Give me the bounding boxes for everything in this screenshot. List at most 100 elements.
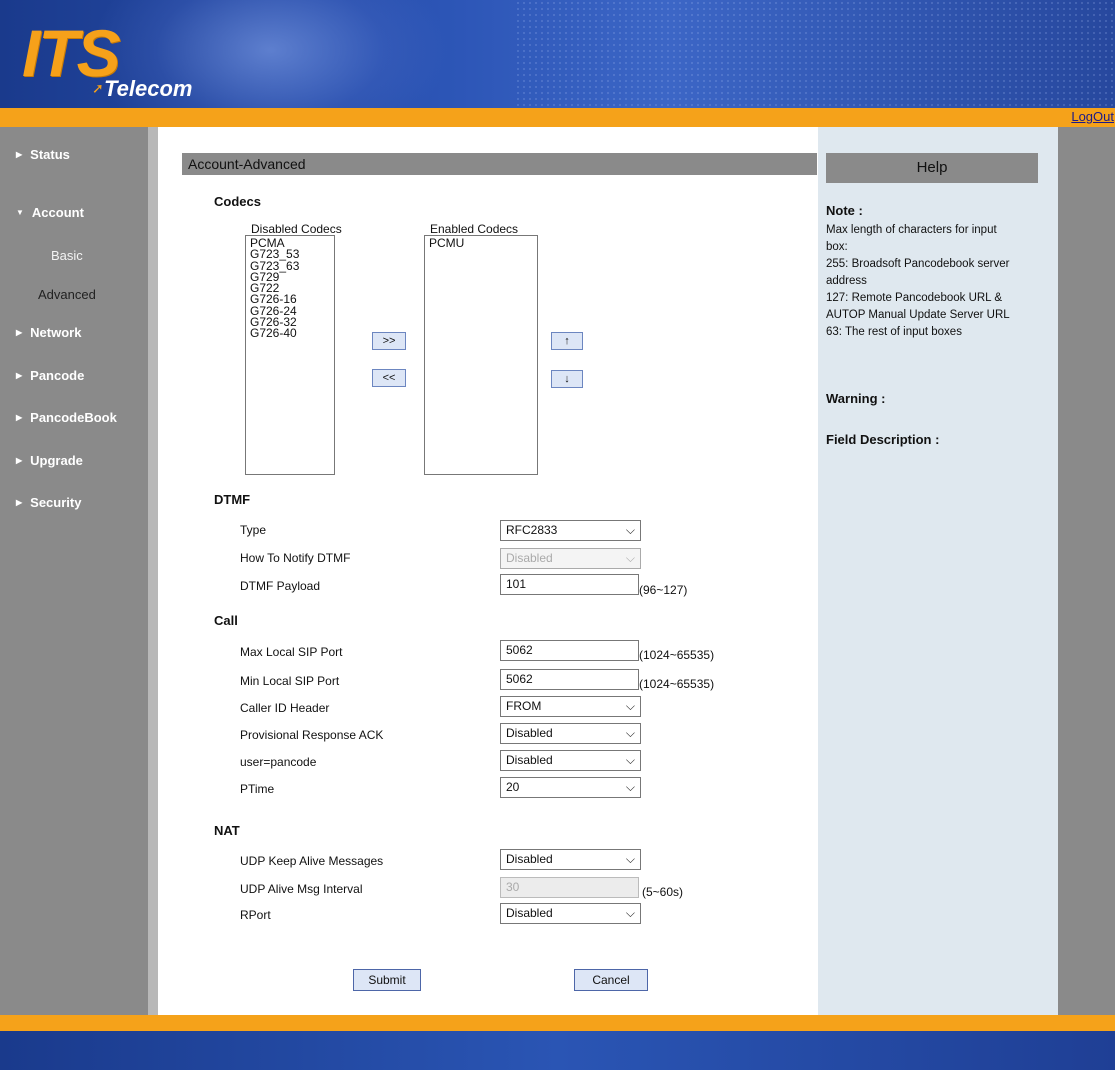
sidebar-item-label: Network (30, 325, 82, 340)
dtmf-notify-select[interactable]: Disabled ⌵ (500, 548, 641, 569)
logo-sub: Telecom (104, 76, 193, 101)
ptime-select[interactable]: 20 ⌵ (500, 777, 641, 798)
help-title: Help (826, 153, 1038, 183)
sidebar-subitem-advanced[interactable]: Advanced (38, 287, 96, 302)
sidebar-item-label: Account (31, 205, 84, 220)
dtmf-type-select[interactable]: RFC2833 ⌵ (500, 520, 641, 541)
content-border-right (1058, 127, 1115, 1015)
caller-id-header-select[interactable]: FROM ⌵ (500, 696, 641, 717)
sidebar-item-pancode[interactable]: ▶ Pancode (16, 368, 84, 383)
caller-id-header-label: Caller ID Header (240, 701, 330, 715)
udp-alive-interval-range: (5~60s) (642, 885, 684, 899)
footer-orange-bar (0, 1015, 1115, 1031)
add-codec-button[interactable]: >> (372, 332, 406, 350)
udp-keep-alive-label: UDP Keep Alive Messages (240, 854, 384, 868)
remove-codec-button[interactable]: << (372, 369, 406, 387)
chevron-down-icon: ⌵ (625, 906, 635, 920)
page-title: Account-Advanced (182, 153, 817, 175)
help-panel: Help Note : Max length of characters for… (818, 127, 1058, 1015)
sidebar-item-account[interactable]: ▼ Account (16, 205, 84, 220)
help-note-label: Note : (826, 203, 863, 218)
dtmf-type-label: Type (240, 523, 267, 537)
min-sip-port-label: Min Local SIP Port (240, 674, 340, 688)
enabled-codecs-label: Enabled Codecs (430, 222, 519, 236)
min-sip-port-input[interactable]: 5062 (500, 669, 639, 690)
chevron-down-icon: ⌵ (625, 852, 635, 866)
prov-response-ack-label: Provisional Response ACK (240, 728, 384, 742)
udp-alive-interval-input[interactable]: 30 (500, 877, 639, 898)
sidebar: ▶ Status ▼ Account Basic Advanced ▶ Network… (0, 127, 148, 1015)
udp-alive-interval-label: UDP Alive Msg Interval (240, 882, 363, 896)
chevron-down-icon: ⌵ (625, 726, 635, 740)
sidebar-item-security[interactable]: ▶ Security (16, 495, 81, 510)
help-note-line: box: (826, 241, 848, 253)
triangle-right-icon: ▶ (16, 498, 23, 507)
user-pancode-select[interactable]: Disabled ⌵ (500, 750, 641, 771)
triangle-down-icon: ▼ (16, 208, 24, 217)
sidebar-item-label: Upgrade (30, 453, 83, 468)
help-note-line: 127: Remote Pancodebook URL & (826, 292, 1003, 304)
rport-select[interactable]: Disabled ⌵ (500, 903, 641, 924)
sidebar-subitem-basic[interactable]: Basic (51, 248, 83, 263)
select-value: RFC2833 (506, 523, 558, 537)
disabled-codec-item[interactable]: G726-40 (250, 327, 330, 339)
sidebar-item-label: Security (30, 495, 82, 510)
chevron-down-icon: ⌵ (625, 753, 635, 767)
disabled-codecs-label: Disabled Codecs (251, 222, 342, 236)
logout-link[interactable]: LogOut (1071, 109, 1114, 124)
sidebar-item-label: Pancode (30, 368, 85, 383)
enabled-codec-item[interactable]: PCMU (429, 237, 533, 249)
triangle-right-icon: ▶ (16, 413, 23, 422)
section-dtmf: DTMF (214, 492, 251, 507)
disabled-codecs-list[interactable]: PCMA G723_53 G723_63 G729 G722 G726-16 G726-24… (245, 235, 335, 475)
select-value: Disabled (506, 726, 553, 740)
chevron-down-icon: ⌵ (625, 551, 635, 565)
chevron-down-icon: ⌵ (625, 780, 635, 794)
sidebar-item-label: PancodeBook (30, 410, 117, 425)
move-down-button[interactable]: ↓ (551, 370, 583, 388)
enabled-codecs-list[interactable]: PCMU (424, 235, 538, 475)
sidebar-item-status[interactable]: ▶ Status (16, 147, 70, 162)
top-orange-bar (0, 108, 1115, 127)
chevron-down-icon: ⌵ (625, 699, 635, 713)
help-note-line: 63: The rest of input boxes (826, 326, 962, 338)
help-note-text: Max length of characters for input box: 25… (826, 222, 1046, 341)
section-nat: NAT (214, 823, 240, 838)
sidebar-item-label: Status (30, 147, 70, 162)
sidebar-item-upgrade[interactable]: ▶ Upgrade (16, 453, 83, 468)
ptime-label: PTime (240, 782, 275, 796)
select-value: 20 (506, 780, 520, 794)
rport-label: RPort (240, 908, 271, 922)
cancel-button[interactable]: Cancel (574, 969, 648, 991)
select-value: Disabled (506, 551, 553, 565)
triangle-right-icon: ▶ (16, 150, 23, 159)
sidebar-item-network[interactable]: ▶ Network (16, 325, 81, 340)
header-pattern (515, 0, 1115, 108)
help-note-line: 255: Broadsoft Pancodebook server (826, 258, 1010, 270)
section-codecs: Codecs (214, 194, 261, 209)
dtmf-notify-label: How To Notify DTMF (240, 551, 351, 565)
content-border-left (148, 127, 158, 1015)
max-sip-port-range: (1024~65535) (639, 648, 715, 662)
help-note-line: Max length of characters for input (826, 224, 997, 236)
help-warning-label: Warning : (826, 391, 886, 406)
udp-keep-alive-select[interactable]: Disabled ⌵ (500, 849, 641, 870)
help-note-line: address (826, 275, 867, 287)
min-sip-port-range: (1024~65535) (639, 677, 715, 691)
move-up-button[interactable]: ↑ (551, 332, 583, 350)
select-value: Disabled (506, 852, 553, 866)
select-value: Disabled (506, 906, 553, 920)
prov-response-ack-select[interactable]: Disabled ⌵ (500, 723, 641, 744)
submit-button[interactable]: Submit (353, 969, 421, 991)
chevron-down-icon: ⌵ (625, 523, 635, 537)
sidebar-item-pancodebook[interactable]: ▶ PancodeBook (16, 410, 117, 425)
max-sip-port-label: Max Local SIP Port (240, 645, 343, 659)
dtmf-payload-input[interactable]: 101 (500, 574, 639, 595)
max-sip-port-input[interactable]: 5062 (500, 640, 639, 661)
help-note-line: AUTOP Manual Update Server URL (826, 309, 1010, 321)
user-pancode-label: user=pancode (240, 755, 317, 769)
dtmf-payload-label: DTMF Payload (240, 579, 321, 593)
select-value: Disabled (506, 753, 553, 767)
main-panel: Account-Advanced Codecs Disabled Codecs … (158, 127, 818, 1015)
section-call: Call (214, 613, 238, 628)
